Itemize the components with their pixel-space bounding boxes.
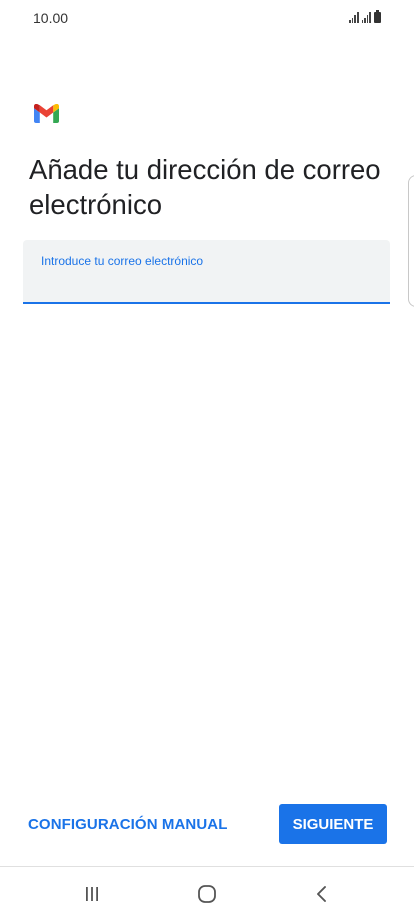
status-icons [349,10,381,23]
signal-strength-icon [349,12,359,23]
status-bar: 10.00 [0,0,414,40]
email-field-label: Introduce tu correo electrónico [41,254,204,268]
email-field[interactable]: Introduce tu correo electrónico [23,240,390,304]
signal-strength-icon [361,12,371,23]
recents-button[interactable] [57,867,127,920]
home-button[interactable] [172,867,242,920]
home-icon [198,884,216,903]
page-title: Añade tu dirección de correo electrónico [29,154,381,220]
recents-icon [86,886,98,901]
manual-setup-button[interactable]: CONFIGURACIÓN MANUAL [22,806,233,842]
battery-icon [374,10,381,23]
system-navigation-bar [0,867,414,920]
gmail-logo-icon [34,104,59,123]
status-time: 10.00 [33,10,69,26]
next-button[interactable]: SIGUIENTE [279,804,387,844]
edge-panel-handle[interactable] [408,175,414,307]
back-button[interactable] [287,867,357,920]
back-icon [317,885,326,902]
email-input[interactable] [39,272,374,296]
